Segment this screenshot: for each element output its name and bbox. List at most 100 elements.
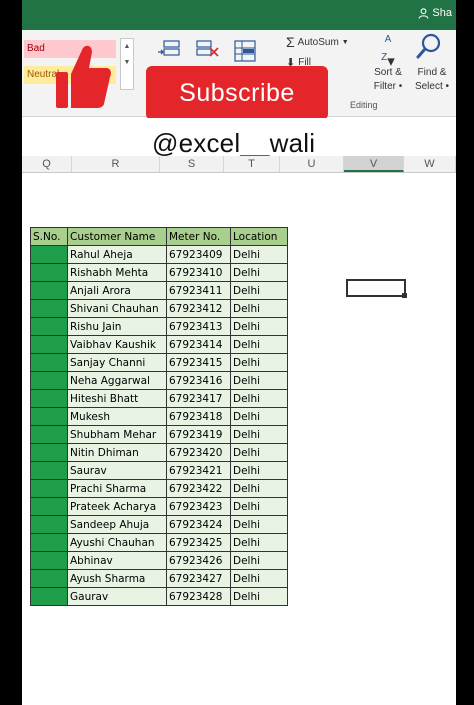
cell-customer-name[interactable]: Abhinav bbox=[67, 551, 167, 570]
cell-location[interactable]: Delhi bbox=[230, 263, 288, 282]
cell-sno[interactable] bbox=[30, 371, 68, 390]
cell-meter-no[interactable]: 67923427 bbox=[166, 569, 231, 588]
cell-meter-no[interactable]: 67923425 bbox=[166, 533, 231, 552]
column-header-r[interactable]: R bbox=[72, 156, 160, 172]
cell-sno[interactable] bbox=[30, 281, 68, 300]
cell-location[interactable]: Delhi bbox=[230, 371, 288, 390]
cell-location[interactable]: Delhi bbox=[230, 569, 288, 588]
cell-location[interactable]: Delhi bbox=[230, 461, 288, 480]
cell-meter-no[interactable]: 67923413 bbox=[166, 317, 231, 336]
cell-sno[interactable] bbox=[30, 299, 68, 318]
cell-sno[interactable] bbox=[30, 443, 68, 462]
cell-meter-no[interactable]: 67923422 bbox=[166, 479, 231, 498]
header-location[interactable]: Location bbox=[230, 227, 288, 246]
cell-location[interactable]: Delhi bbox=[230, 245, 288, 264]
cell-meter-no[interactable]: 67923421 bbox=[166, 461, 231, 480]
cell-location[interactable]: Delhi bbox=[230, 515, 288, 534]
cell-customer-name[interactable]: Rahul Aheja bbox=[67, 245, 167, 264]
cell-customer-name[interactable]: Rishabh Mehta bbox=[67, 263, 167, 282]
cell-location[interactable]: Delhi bbox=[230, 587, 288, 606]
cell-customer-name[interactable]: Sandeep Ahuja bbox=[67, 515, 167, 534]
cell-location[interactable]: Delhi bbox=[230, 443, 288, 462]
cell-meter-no[interactable]: 67923409 bbox=[166, 245, 231, 264]
find-select-button[interactable]: Find & Select • bbox=[408, 66, 456, 94]
autosum-button[interactable]: Σ AutoSum ▼ bbox=[286, 34, 349, 50]
cell-location[interactable]: Delhi bbox=[230, 479, 288, 498]
cell-customer-name[interactable]: Gaurav bbox=[67, 587, 167, 606]
cell-meter-no[interactable]: 67923411 bbox=[166, 281, 231, 300]
cell-location[interactable]: Delhi bbox=[230, 281, 288, 300]
cell-sno[interactable] bbox=[30, 317, 68, 336]
cell-sno[interactable] bbox=[30, 587, 68, 606]
cell-customer-name[interactable]: Ayushi Chauhan bbox=[67, 533, 167, 552]
cell-sno[interactable] bbox=[30, 515, 68, 534]
cell-location[interactable]: Delhi bbox=[230, 497, 288, 516]
cell-customer-name[interactable]: Neha Aggarwal bbox=[67, 371, 167, 390]
cell-meter-no[interactable]: 67923415 bbox=[166, 353, 231, 372]
cell-location[interactable]: Delhi bbox=[230, 389, 288, 408]
cell-customer-name[interactable]: Hiteshi Bhatt bbox=[67, 389, 167, 408]
cell-sno[interactable] bbox=[30, 335, 68, 354]
cell-meter-no[interactable]: 67923420 bbox=[166, 443, 231, 462]
cell-location[interactable]: Delhi bbox=[230, 335, 288, 354]
cell-location[interactable]: Delhi bbox=[230, 551, 288, 570]
cell-sno[interactable] bbox=[30, 263, 68, 282]
cell-location[interactable]: Delhi bbox=[230, 533, 288, 552]
cell-customer-name[interactable]: Mukesh bbox=[67, 407, 167, 426]
cell-customer-name[interactable]: Nitin Dhiman bbox=[67, 443, 167, 462]
cell-sno[interactable] bbox=[30, 497, 68, 516]
cell-meter-no[interactable]: 67923417 bbox=[166, 389, 231, 408]
cell-customer-name[interactable]: Vaibhav Kaushik bbox=[67, 335, 167, 354]
subscribe-button[interactable]: Subscribe bbox=[146, 66, 328, 120]
header-customer-name[interactable]: Customer Name bbox=[67, 227, 167, 246]
cell-meter-no[interactable]: 67923416 bbox=[166, 371, 231, 390]
cell-meter-no[interactable]: 67923424 bbox=[166, 515, 231, 534]
cell-customer-name[interactable]: Prachi Sharma bbox=[67, 479, 167, 498]
column-header-u[interactable]: U bbox=[280, 156, 344, 172]
cell-meter-no[interactable]: 67923412 bbox=[166, 299, 231, 318]
cell-sno[interactable] bbox=[30, 569, 68, 588]
share-button[interactable]: Sha bbox=[418, 7, 452, 19]
cell-customer-name[interactable]: Anjali Arora bbox=[67, 281, 167, 300]
cell-customer-name[interactable]: Shubham Mehar bbox=[67, 425, 167, 444]
styles-gallery-scroll[interactable]: ▲ ▼ bbox=[120, 38, 134, 90]
column-header-t[interactable]: T bbox=[224, 156, 280, 172]
cell-customer-name[interactable]: Shivani Chauhan bbox=[67, 299, 167, 318]
delete-cells-icon[interactable] bbox=[194, 38, 220, 64]
cell-sno[interactable] bbox=[30, 389, 68, 408]
fill-handle[interactable] bbox=[402, 293, 407, 298]
insert-cells-icon[interactable] bbox=[156, 38, 182, 64]
cell-meter-no[interactable]: 67923414 bbox=[166, 335, 231, 354]
column-header-v[interactable]: V bbox=[344, 156, 404, 172]
cell-customer-name[interactable]: Saurav bbox=[67, 461, 167, 480]
cell-meter-no[interactable]: 67923410 bbox=[166, 263, 231, 282]
cell-location[interactable]: Delhi bbox=[230, 407, 288, 426]
cell-sno[interactable] bbox=[30, 407, 68, 426]
sort-filter-button[interactable]: Sort & Filter • bbox=[368, 66, 408, 94]
cell-sno[interactable] bbox=[30, 551, 68, 570]
cell-sno[interactable] bbox=[30, 425, 68, 444]
cell-sno[interactable] bbox=[30, 533, 68, 552]
cell-location[interactable]: Delhi bbox=[230, 353, 288, 372]
cell-meter-no[interactable]: 67923426 bbox=[166, 551, 231, 570]
column-header-w[interactable]: W bbox=[404, 156, 456, 172]
cell-location[interactable]: Delhi bbox=[230, 299, 288, 318]
cell-sno[interactable] bbox=[30, 461, 68, 480]
cell-customer-name[interactable]: Sanjay Channi bbox=[67, 353, 167, 372]
column-header-q[interactable]: Q bbox=[22, 156, 72, 172]
format-cells-icon[interactable] bbox=[232, 38, 258, 64]
header-meter-no[interactable]: Meter No. bbox=[166, 227, 231, 246]
cell-meter-no[interactable]: 67923418 bbox=[166, 407, 231, 426]
header-sno[interactable]: S.No. bbox=[30, 227, 68, 246]
cell-customer-name[interactable]: Rishu Jain bbox=[67, 317, 167, 336]
cell-sno[interactable] bbox=[30, 245, 68, 264]
cell-location[interactable]: Delhi bbox=[230, 317, 288, 336]
cell-customer-name[interactable]: Prateek Acharya bbox=[67, 497, 167, 516]
cell-sno[interactable] bbox=[30, 353, 68, 372]
cell-customer-name[interactable]: Ayush Sharma bbox=[67, 569, 167, 588]
cell-location[interactable]: Delhi bbox=[230, 425, 288, 444]
cell-sno[interactable] bbox=[30, 479, 68, 498]
cell-meter-no[interactable]: 67923428 bbox=[166, 587, 231, 606]
column-header-s[interactable]: S bbox=[160, 156, 224, 172]
cell-meter-no[interactable]: 67923423 bbox=[166, 497, 231, 516]
